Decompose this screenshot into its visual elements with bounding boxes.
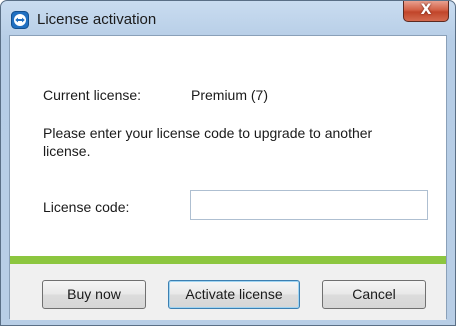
- buy-now-button[interactable]: Buy now: [42, 280, 146, 309]
- current-license-value: Premium (7): [191, 87, 269, 103]
- instruction-text: Please enter your license code to upgrad…: [43, 125, 373, 159]
- close-icon: X: [420, 2, 432, 18]
- accent-divider: [10, 256, 446, 264]
- title-bar[interactable]: License activation X: [1, 1, 455, 35]
- license-activation-dialog: License activation X Current license: Pr…: [0, 0, 456, 326]
- dialog-body: Current license: Premium (7) Please ente…: [9, 35, 447, 320]
- cancel-button[interactable]: Cancel: [322, 280, 426, 309]
- current-license-label: Current license:: [43, 87, 142, 103]
- activate-license-button[interactable]: Activate license: [168, 280, 300, 309]
- license-code-input[interactable]: [190, 190, 428, 220]
- license-code-label: License code:: [43, 199, 130, 215]
- teamviewer-app-icon: [11, 11, 29, 29]
- window-title: License activation: [37, 11, 157, 28]
- button-bar: Buy now Activate license Cancel: [10, 264, 446, 320]
- close-button[interactable]: X: [403, 1, 449, 22]
